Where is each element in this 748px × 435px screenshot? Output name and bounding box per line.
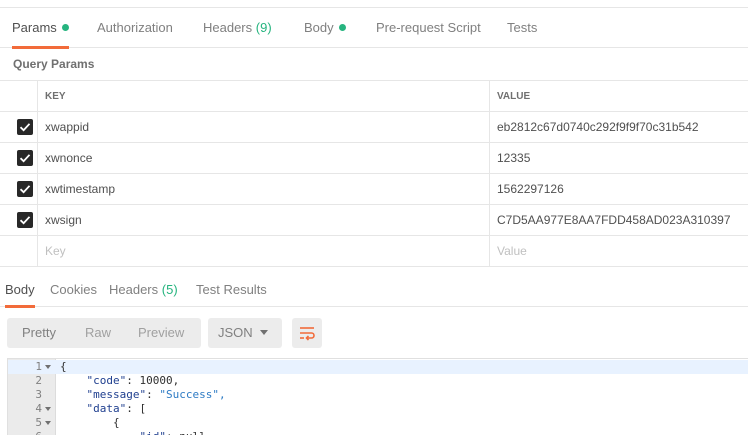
table-row-new: Key Value: [0, 236, 748, 267]
tab-params[interactable]: Params: [12, 8, 69, 49]
raw-button[interactable]: Raw: [85, 318, 111, 348]
new-value-input[interactable]: Value: [490, 236, 748, 266]
tab-cookies[interactable]: Cookies: [50, 273, 97, 307]
checkmark-icon: [19, 154, 31, 163]
checkmark-icon: [19, 216, 31, 225]
code-line: 4 "data": [: [35, 402, 147, 415]
code-line: 1 {: [8, 360, 748, 374]
param-value-field[interactable]: eb2812c67d0740c292f9f9f70c31b542: [490, 112, 748, 142]
query-params-title: Query Params: [13, 57, 95, 71]
body-status-dot: [338, 24, 346, 31]
pretty-button[interactable]: Pretty: [22, 318, 56, 348]
tab-response-headers[interactable]: Headers (5): [109, 273, 178, 307]
chevron-down-icon: [260, 330, 268, 335]
tab-headers[interactable]: Headers (9): [203, 8, 272, 48]
param-key-field[interactable]: xwtimestamp: [38, 174, 490, 204]
row-checkbox[interactable]: [17, 119, 33, 135]
column-header-key: KEY: [38, 81, 490, 111]
wrap-lines-button[interactable]: [292, 318, 322, 348]
checkmark-icon: [19, 185, 31, 194]
headers-count: (9): [255, 20, 272, 35]
response-body-editor[interactable]: 1 { 2 "code": 10000, 3 "message": "Succe…: [7, 358, 748, 435]
tab-response-body[interactable]: Body: [5, 273, 35, 308]
request-tabs: Params Authorization Headers (9) Body Pr…: [0, 8, 748, 49]
code-line: 5 {: [35, 416, 120, 429]
format-select[interactable]: JSON: [208, 318, 282, 348]
tab-body[interactable]: Body: [304, 8, 346, 48]
table-row: xwsign C7D5AA977E8AA7FDD458AD023A310397: [0, 205, 748, 236]
wrap-icon: [300, 327, 315, 341]
row-checkbox[interactable]: [17, 212, 33, 228]
query-params-table: KEY VALUE xwappid eb2812c67d0740c292f9f9…: [0, 80, 748, 267]
tab-tests[interactable]: Tests: [507, 8, 537, 48]
code-line: 6 "id": null: [8, 430, 748, 435]
response-toolbar: Pretty Raw Preview JSON: [0, 318, 748, 348]
code-line: 3 "message": "Success",: [35, 388, 226, 401]
param-key-field[interactable]: xwsign: [38, 205, 490, 235]
param-value-field[interactable]: 1562297126: [490, 174, 748, 204]
column-header-value: VALUE: [497, 91, 531, 102]
table-row: xwappid eb2812c67d0740c292f9f9f70c31b542: [0, 112, 748, 143]
code-line: 2 "code": 10000,: [35, 374, 180, 387]
tab-authorization[interactable]: Authorization: [97, 8, 173, 48]
param-key-field[interactable]: xwappid: [38, 112, 490, 142]
param-value-field[interactable]: 12335: [490, 143, 748, 173]
fold-icon[interactable]: [45, 407, 51, 411]
table-row: xwtimestamp 1562297126: [0, 174, 748, 205]
table-header-row: KEY VALUE: [0, 81, 748, 112]
param-value-field[interactable]: C7D5AA977E8AA7FDD458AD023A310397: [490, 205, 748, 235]
params-status-dot: [61, 24, 69, 31]
response-tabs: Body Cookies Headers (5) Test Results: [0, 273, 748, 308]
param-key-field[interactable]: xwnonce: [38, 143, 490, 173]
tab-test-results[interactable]: Test Results: [196, 273, 267, 307]
view-mode-group: Pretty Raw Preview: [7, 318, 201, 348]
tab-pre-request-script[interactable]: Pre-request Script: [376, 8, 481, 48]
checkmark-icon: [19, 123, 31, 132]
new-key-input[interactable]: Key: [38, 236, 490, 266]
row-checkbox[interactable]: [17, 150, 33, 166]
response-headers-count: (5): [161, 282, 178, 297]
fold-icon[interactable]: [45, 421, 51, 425]
format-select-label: JSON: [218, 325, 253, 340]
fold-icon[interactable]: [45, 365, 51, 369]
top-strip: [0, 0, 748, 8]
row-checkbox[interactable]: [17, 181, 33, 197]
table-row: xwnonce 12335: [0, 143, 748, 174]
preview-button[interactable]: Preview: [138, 318, 184, 348]
